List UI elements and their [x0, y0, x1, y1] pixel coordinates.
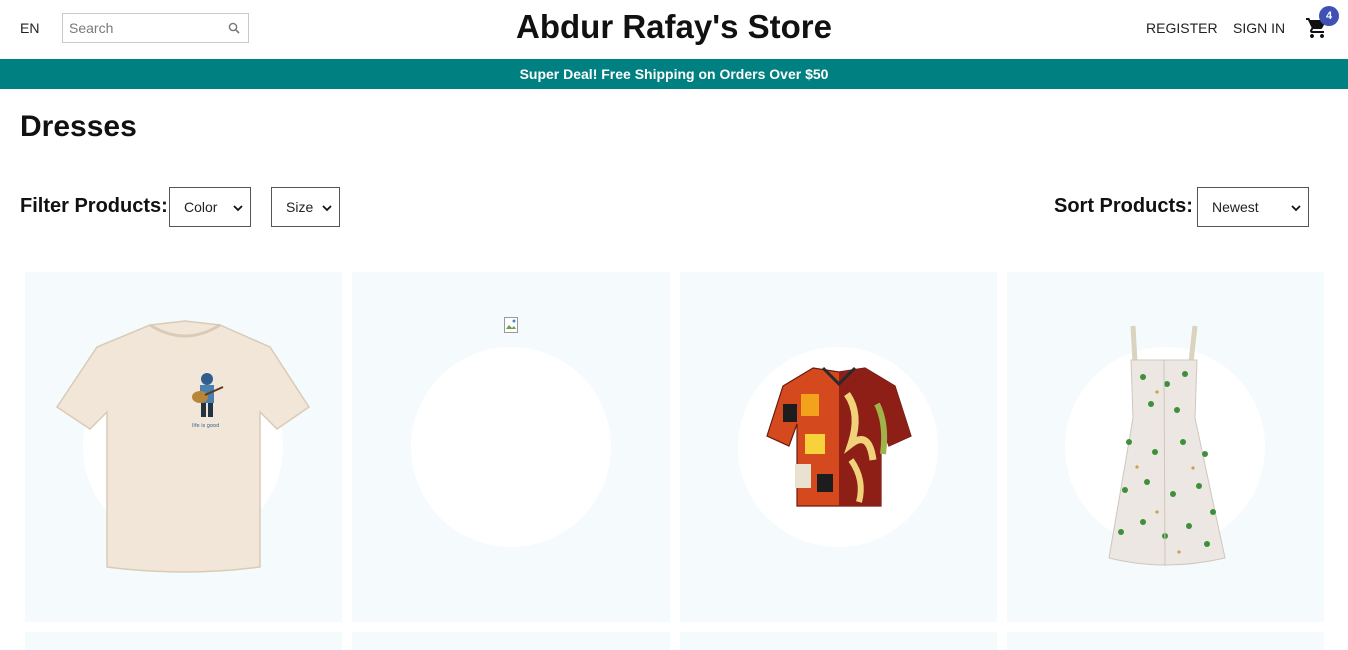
product-card[interactable] [25, 632, 342, 650]
sort-products-label: Sort Products: [1054, 195, 1193, 217]
color-filter-value: Color [184, 199, 218, 215]
floral-dress-image [1108, 325, 1226, 567]
product-card[interactable] [352, 632, 670, 650]
sort-value: Newest [1212, 199, 1259, 215]
tshirt-image: life is good [55, 320, 311, 573]
product-card-tshirt[interactable]: life is good [25, 272, 342, 622]
product-card-hawaiian-shirt[interactable] [680, 272, 997, 622]
language-selector[interactable]: EN [20, 20, 39, 36]
filter-products-label: Filter Products: [20, 195, 168, 217]
size-filter-select[interactable]: Size [271, 187, 340, 227]
register-link[interactable]: REGISTER [1146, 20, 1218, 36]
sort-select[interactable]: Newest [1197, 187, 1309, 227]
signin-link[interactable]: SIGN IN [1233, 20, 1285, 36]
search-box[interactable] [62, 13, 249, 43]
chevron-down-icon [322, 205, 332, 212]
cart-count-badge: 4 [1319, 6, 1339, 26]
chevron-down-icon [1291, 205, 1301, 212]
color-filter-select[interactable]: Color [169, 187, 251, 227]
product-circle-bg [411, 347, 611, 547]
search-icon[interactable] [228, 22, 240, 34]
product-card[interactable] [680, 632, 997, 650]
search-input[interactable] [63, 14, 223, 42]
size-filter-value: Size [286, 199, 314, 215]
broken-image-icon [504, 317, 518, 333]
product-card-missing-image[interactable] [352, 272, 670, 622]
chevron-down-icon [233, 205, 243, 212]
hawaiian-shirt-image [766, 366, 912, 507]
page-title: Dresses [20, 110, 137, 143]
announcement-bar: Super Deal! Free Shipping on Orders Over… [0, 59, 1348, 89]
tshirt-print-text: life is good [192, 423, 219, 429]
navbar: EN Abdur Rafay's Store REGISTER SIGN IN … [0, 0, 1348, 59]
product-card-floral-dress[interactable] [1007, 272, 1324, 622]
product-card[interactable] [1007, 632, 1324, 650]
